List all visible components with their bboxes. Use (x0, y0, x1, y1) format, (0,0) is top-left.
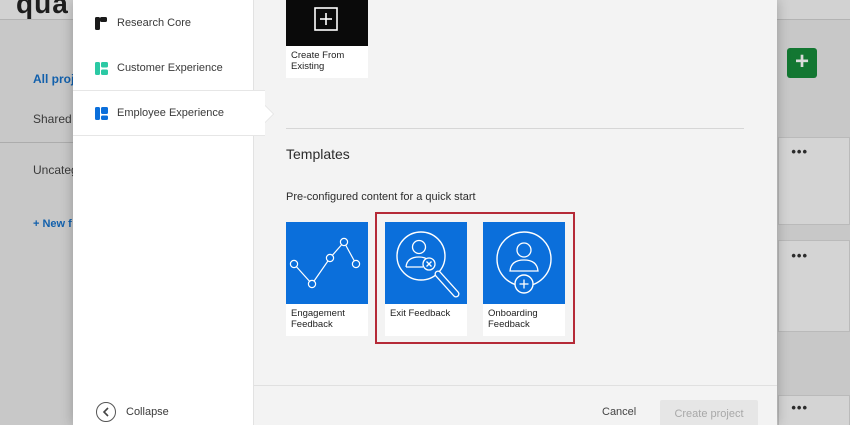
customer-experience-icon (95, 61, 108, 75)
research-core-icon (95, 16, 108, 30)
tile-label-line: Engagement (291, 308, 345, 319)
tile-label: Create From Existing (286, 46, 368, 78)
sidebar-item-customer-experience[interactable]: Customer Experience (73, 45, 254, 91)
background-logo: qua (16, 0, 69, 19)
collapse-label: Collapse (126, 406, 169, 418)
cancel-button[interactable]: Cancel (602, 406, 636, 418)
sidebar-item-employee-experience[interactable]: Employee Experience (73, 90, 265, 136)
tile-label: Engagement Feedback (286, 304, 368, 336)
tile-label-line: Existing (291, 61, 325, 72)
background-add-project-button: + (787, 48, 817, 78)
add-square-icon (314, 7, 338, 31)
background-nav-uncategorized: Uncateg (33, 163, 78, 177)
template-tile-engagement-feedback[interactable]: Engagement Feedback (286, 222, 368, 336)
templates-title: Templates (286, 146, 350, 162)
create-from-existing-tile[interactable]: Create From Existing (286, 0, 368, 78)
sidebar-item-research-core[interactable]: Research Core (73, 0, 254, 46)
collapse-button[interactable]: Collapse (96, 402, 169, 422)
templates-subtitle: Pre-configured content for a quick start (286, 191, 476, 203)
section-divider (286, 128, 744, 129)
tile-image (286, 222, 368, 304)
background-divider (0, 142, 73, 143)
tile-label-line: Feedback (291, 319, 333, 330)
background-card-menu-icon: ••• (791, 144, 808, 159)
highlight-box (375, 212, 575, 344)
create-project-button[interactable]: Create project (660, 400, 758, 425)
background-project-card (778, 137, 850, 225)
modal-footer: Cancel Create project (254, 385, 777, 425)
background-new-folder: + New f (33, 218, 72, 230)
sidebar-item-label: Employee Experience (117, 107, 225, 119)
background-card-menu-icon: ••• (791, 248, 808, 263)
template-list: Create From Existing Templates Pre-confi… (254, 0, 777, 385)
create-project-modal: Research Core Customer Experience Employ… (73, 0, 777, 425)
tile-label-line: Create From (291, 50, 345, 61)
employee-experience-icon (95, 106, 108, 120)
background-card-menu-icon: ••• (791, 400, 808, 415)
background-project-card (778, 240, 850, 332)
modal-main: Create From Existing Templates Pre-confi… (254, 0, 777, 425)
sidebar-item-label: Research Core (117, 17, 191, 29)
background-project-card (778, 395, 850, 425)
modal-sidebar: Research Core Customer Experience Employ… (73, 0, 265, 425)
tile-image (286, 0, 368, 46)
chevron-left-icon (96, 402, 116, 422)
sidebar-item-label: Customer Experience (117, 62, 223, 74)
engagement-chart-icon (289, 237, 361, 289)
